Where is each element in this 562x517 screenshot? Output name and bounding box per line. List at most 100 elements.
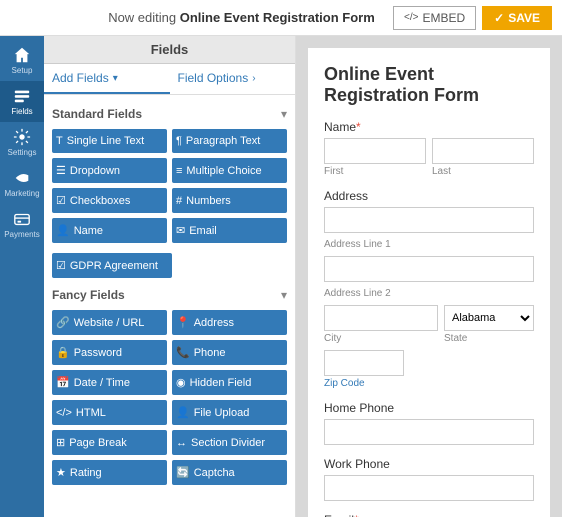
fancy-fields-chevron: ▾ [281,288,287,302]
paragraph-text-btn[interactable]: ¶ Paragraph Text [172,129,287,153]
standard-fields-chevron: ▾ [281,107,287,121]
fields-panel-header: Fields [44,36,295,64]
section-divider-icon: ↔ [176,437,187,449]
hidden-field-btn[interactable]: ◉ Hidden Field [172,370,287,395]
multiple-choice-icon: ≡ [176,165,182,177]
last-name-input[interactable] [432,138,534,164]
name-btn[interactable]: 👤 Name [52,218,167,243]
date-time-btn[interactable]: 📅 Date / Time [52,370,167,395]
name-label: Name* [324,120,534,134]
standard-fields-title: Standard Fields [52,107,142,121]
form-preview-title: Online Event Registration Form [324,64,534,106]
sidebar-setup-label: Setup [12,66,33,75]
add-fields-label: Add Fields [52,71,109,85]
embed-button[interactable]: </> EMBED [393,6,476,30]
section-divider-btn[interactable]: ↔ Section Divider [172,430,287,455]
last-name-col: Last [432,138,534,177]
file-upload-icon: 👤 [176,406,190,419]
zip-col: Zip Code [324,350,534,389]
address-fancy-btn[interactable]: 📍 Address [172,310,287,335]
standard-fields-grid: T Single Line Text ¶ Paragraph Text ☰ Dr… [52,129,287,243]
single-line-text-btn[interactable]: T Single Line Text [52,129,167,153]
sidebar-item-fields[interactable]: Fields [0,81,44,122]
city-input[interactable] [324,305,438,331]
first-label: First [324,166,426,177]
html-btn[interactable]: </> HTML [52,400,167,425]
field-options-label: Field Options [178,71,249,85]
checkboxes-btn[interactable]: ☑ Checkboxes [52,188,167,213]
phone-icon: 📞 [176,346,190,359]
page-break-btn[interactable]: ⊞ Page Break [52,430,167,455]
editing-label: Now editing Online Event Registration Fo… [90,10,393,25]
top-bar-actions: </> EMBED ✓ SAVE [393,6,552,30]
fancy-fields-grid: 🔗 Website / URL 📍 Address 🔒 Password 📞 P… [52,310,287,485]
file-upload-btn[interactable]: 👤 File Upload [172,400,287,425]
fields-panel: Fields Add Fields ▾ Field Options › Stan… [44,36,296,517]
first-name-input[interactable] [324,138,426,164]
page-break-icon: ⊞ [56,436,65,449]
form-name-label: Online Event Registration Form [180,10,375,25]
fields-tabs: Add Fields ▾ Field Options › [44,64,295,95]
email-required: * [354,513,359,517]
website-url-btn[interactable]: 🔗 Website / URL [52,310,167,335]
tab-add-fields[interactable]: Add Fields ▾ [44,64,170,94]
home-icon [13,46,31,64]
multiple-choice-btn[interactable]: ≡ Multiple Choice [172,158,287,183]
embed-icon: </> [404,12,418,23]
gdpr-icon: ☑ [56,259,66,272]
home-phone-label: Home Phone [324,401,534,415]
standard-fields-header: Standard Fields ▾ [52,107,287,121]
captcha-btn[interactable]: 🔄 Captcha [172,460,287,485]
settings-icon [13,128,31,146]
email-icon: ✉ [176,224,185,237]
state-select[interactable]: Alabama [444,305,534,331]
address-label: Address [324,189,534,203]
city-col: City [324,305,438,344]
save-button[interactable]: ✓ SAVE [482,6,552,30]
date-icon: 📅 [56,376,70,389]
sidebar-icons: Setup Fields Settings Marketing [0,36,44,517]
website-icon: 🔗 [56,316,70,329]
address-line1-input[interactable] [324,207,534,233]
form-preview: Online Event Registration Form Name* Fir… [308,48,550,517]
last-label: Last [432,166,534,177]
address-icon: 📍 [176,316,190,329]
home-phone-group: Home Phone [324,401,534,445]
add-fields-chevron: ▾ [113,73,118,84]
gdpr-btn[interactable]: ☑ GDPR Agreement [52,253,172,278]
dropdown-btn[interactable]: ☰ Dropdown [52,158,167,183]
tab-field-options[interactable]: Field Options › [170,64,296,94]
sidebar-item-settings[interactable]: Settings [0,122,44,163]
name-required: * [356,120,361,134]
numbers-btn[interactable]: # Numbers [172,188,287,213]
name-row: First Last [324,138,534,177]
work-phone-input[interactable] [324,475,534,501]
sidebar-item-payments[interactable]: Payments [0,204,44,245]
email-field-group: Email* [324,513,534,517]
sidebar-payments-label: Payments [4,230,40,239]
paragraph-icon: ¶ [176,135,182,147]
preview-panel: Online Event Registration Form Name* Fir… [296,36,562,517]
home-phone-input[interactable] [324,419,534,445]
rating-icon: ★ [56,466,66,479]
city-label: City [324,333,438,344]
state-label: State [444,333,534,344]
zip-label: Zip Code [324,378,534,389]
city-state-row: City Alabama State [324,305,534,344]
sidebar-item-marketing[interactable]: Marketing [0,163,44,204]
zip-input[interactable] [324,350,404,376]
password-btn[interactable]: 🔒 Password [52,340,167,365]
address-field-group: Address Address Line 1 Address Line 2 Ci… [324,189,534,389]
address-line2-input[interactable] [324,256,534,282]
rating-btn[interactable]: ★ Rating [52,460,167,485]
hidden-icon: ◉ [176,376,186,389]
checkboxes-icon: ☑ [56,194,66,207]
numbers-icon: # [176,195,182,207]
email-btn[interactable]: ✉ Email [172,218,287,243]
phone-btn[interactable]: 📞 Phone [172,340,287,365]
sidebar-settings-label: Settings [8,148,37,157]
sidebar-item-setup[interactable]: Setup [0,40,44,81]
marketing-icon [13,169,31,187]
name-icon: 👤 [56,224,70,237]
top-bar: Now editing Online Event Registration Fo… [0,0,562,36]
